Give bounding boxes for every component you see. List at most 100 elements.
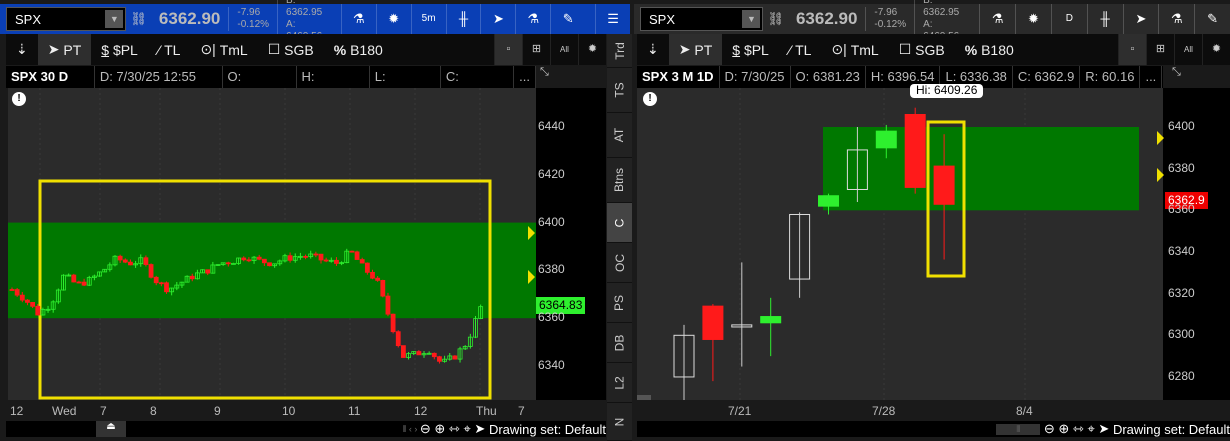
expand-icon[interactable]: ⤡: [1172, 66, 1181, 79]
settings-gear-icon[interactable]: ✹: [375, 4, 411, 34]
side-tab-l2[interactable]: L2: [607, 363, 632, 403]
x-tick-label: 10: [282, 404, 296, 418]
single-layout-icon[interactable]: ▫: [494, 34, 522, 65]
timeframe-button[interactable]: 5m: [410, 4, 446, 34]
drawing-set-label[interactable]: Drawing set: Default: [489, 422, 606, 437]
zoom-out-icon[interactable]: ⊖: [1044, 421, 1055, 437]
cursor-icon[interactable]: ➤: [1098, 421, 1109, 437]
menu-list-icon[interactable]: ☰: [595, 4, 630, 34]
expand-icon[interactable]: ⤡: [540, 66, 549, 79]
tool-pointer[interactable]: ➤ PT: [37, 34, 92, 65]
zoom-out-icon[interactable]: ⊖: [420, 421, 431, 437]
flask-icon[interactable]: ⚗: [515, 4, 550, 34]
tool-price-level[interactable]: $ $PL: [722, 34, 779, 65]
side-tab-label: DB: [612, 334, 627, 351]
right-symbol-selector[interactable]: SPX ▼: [640, 7, 764, 31]
cursor-icon[interactable]: ➤: [480, 4, 515, 34]
y-tick-label: 6420: [538, 166, 565, 181]
drawing-icon[interactable]: ✎: [1194, 4, 1230, 34]
scroll-handle[interactable]: ⦀: [996, 423, 1041, 435]
candle: [148, 264, 154, 278]
all-button[interactable]: All: [550, 34, 578, 65]
right-chart[interactable]: [637, 88, 1230, 400]
grid-layout-icon[interactable]: ⊞: [522, 34, 550, 65]
left-symbol-selector[interactable]: SPX ▼: [6, 7, 127, 31]
tool-box[interactable]: ☐ SGB: [258, 34, 324, 65]
candle: [875, 130, 897, 149]
tool-price-level[interactable]: $ $PL: [91, 34, 148, 65]
info-date: D: 7/30/25 12:55 PM: [95, 66, 223, 106]
crosshair-icon[interactable]: ⌖: [1087, 421, 1094, 437]
zoom-in-icon[interactable]: ⊕: [1058, 421, 1069, 437]
tool-percent[interactable]: % B180: [955, 34, 1024, 65]
drawing-set-label[interactable]: Drawing set: Default: [1113, 422, 1230, 437]
zoom-in-icon[interactable]: ⊕: [434, 421, 445, 437]
side-tab-trd[interactable]: Trd: [607, 34, 632, 68]
flask-icon[interactable]: ⚗: [1158, 4, 1194, 34]
link-icon[interactable]: ⛓: [763, 11, 788, 27]
scroll-handle[interactable]: ⦀ ‹ ›: [402, 424, 419, 435]
single-layout-icon[interactable]: ▫: [1118, 34, 1146, 65]
side-tab-c[interactable]: C: [607, 203, 632, 243]
side-tab-ts[interactable]: TS: [607, 68, 632, 113]
settings-gear-icon[interactable]: ✹: [1015, 4, 1051, 34]
candle: [122, 259, 128, 263]
drawing-icon[interactable]: ✎: [550, 4, 585, 34]
x-tick-label: 9: [214, 404, 221, 418]
side-tab-oc[interactable]: OC: [607, 243, 632, 283]
tool-percent[interactable]: % B180: [324, 34, 393, 65]
candle: [359, 259, 365, 264]
candle: [225, 262, 231, 265]
gear-icon[interactable]: ✹: [1202, 34, 1230, 65]
tool-trendline[interactable]: ⁄ TL: [779, 34, 822, 65]
candle: [390, 313, 396, 333]
tool-pointer[interactable]: ➤ PT: [668, 34, 723, 65]
last-price: 6362.90: [158, 9, 221, 28]
y-tick-label: 6280: [1168, 368, 1195, 383]
crosshair-icon[interactable]: ⌖: [463, 421, 470, 437]
x-tick-label: Thu: [476, 404, 497, 418]
tool-box[interactable]: ☐ SGB: [889, 34, 955, 65]
pan-icon[interactable]: ⇿: [449, 421, 460, 437]
info-open: O: 6354.24: [223, 66, 297, 106]
pan-icon[interactable]: ⇿: [1073, 421, 1084, 437]
right-bottom-bar: ⦀ ⊖ ⊕ ⇿ ⌖ ➤ Drawing set: Default: [637, 421, 1230, 437]
alert-icon[interactable]: !: [12, 92, 26, 106]
cursor-icon[interactable]: ➤: [1122, 4, 1159, 34]
x-tick-label: 7/21: [728, 404, 752, 418]
tool-timeline[interactable]: ⊙| TmL: [821, 34, 888, 65]
pin-icon[interactable]: ⇣: [637, 34, 669, 65]
tool-timeline[interactable]: ⊙| TmL: [190, 34, 257, 65]
side-tab-db[interactable]: DB: [607, 323, 632, 363]
tool-trendline[interactable]: ⁄ TL: [148, 34, 191, 65]
volume-bar: [637, 395, 651, 400]
chevron-down-icon[interactable]: ▼: [742, 10, 761, 28]
y-tick-label: 6300: [1168, 327, 1195, 342]
grid-layout-icon[interactable]: ⊞: [1146, 34, 1174, 65]
net-change: -7.96 -0.12%: [228, 7, 277, 31]
y-tick-label: 6340: [538, 358, 565, 372]
pin-icon[interactable]: ⇣: [6, 34, 38, 65]
candle: [25, 299, 30, 303]
chart-type-icon[interactable]: ╫: [445, 4, 481, 34]
timeframe-button[interactable]: D: [1050, 4, 1087, 34]
studies-flask-icon[interactable]: ⚗: [979, 4, 1015, 34]
gear-icon[interactable]: ✹: [578, 34, 606, 65]
candle: [354, 251, 360, 260]
cursor-icon[interactable]: ➤: [474, 421, 485, 437]
left-chart[interactable]: [0, 88, 606, 400]
side-tab-at[interactable]: AT: [607, 113, 632, 158]
candle: [334, 259, 339, 264]
all-button[interactable]: All: [1174, 34, 1202, 65]
side-tab-btns[interactable]: Btns: [607, 158, 632, 203]
link-icon[interactable]: ⛓: [126, 11, 151, 27]
collapse-button[interactable]: ⏏: [96, 421, 126, 437]
x-tick-label: Wed: [52, 404, 77, 418]
alert-icon[interactable]: !: [643, 92, 657, 106]
studies-flask-icon[interactable]: ⚗: [340, 4, 376, 34]
chevron-down-icon[interactable]: ▼: [105, 10, 124, 28]
side-tab-n[interactable]: N: [607, 403, 632, 441]
side-tab-ps[interactable]: PS: [607, 283, 632, 323]
candle: [400, 345, 406, 358]
chart-type-icon[interactable]: ╫: [1086, 4, 1123, 34]
